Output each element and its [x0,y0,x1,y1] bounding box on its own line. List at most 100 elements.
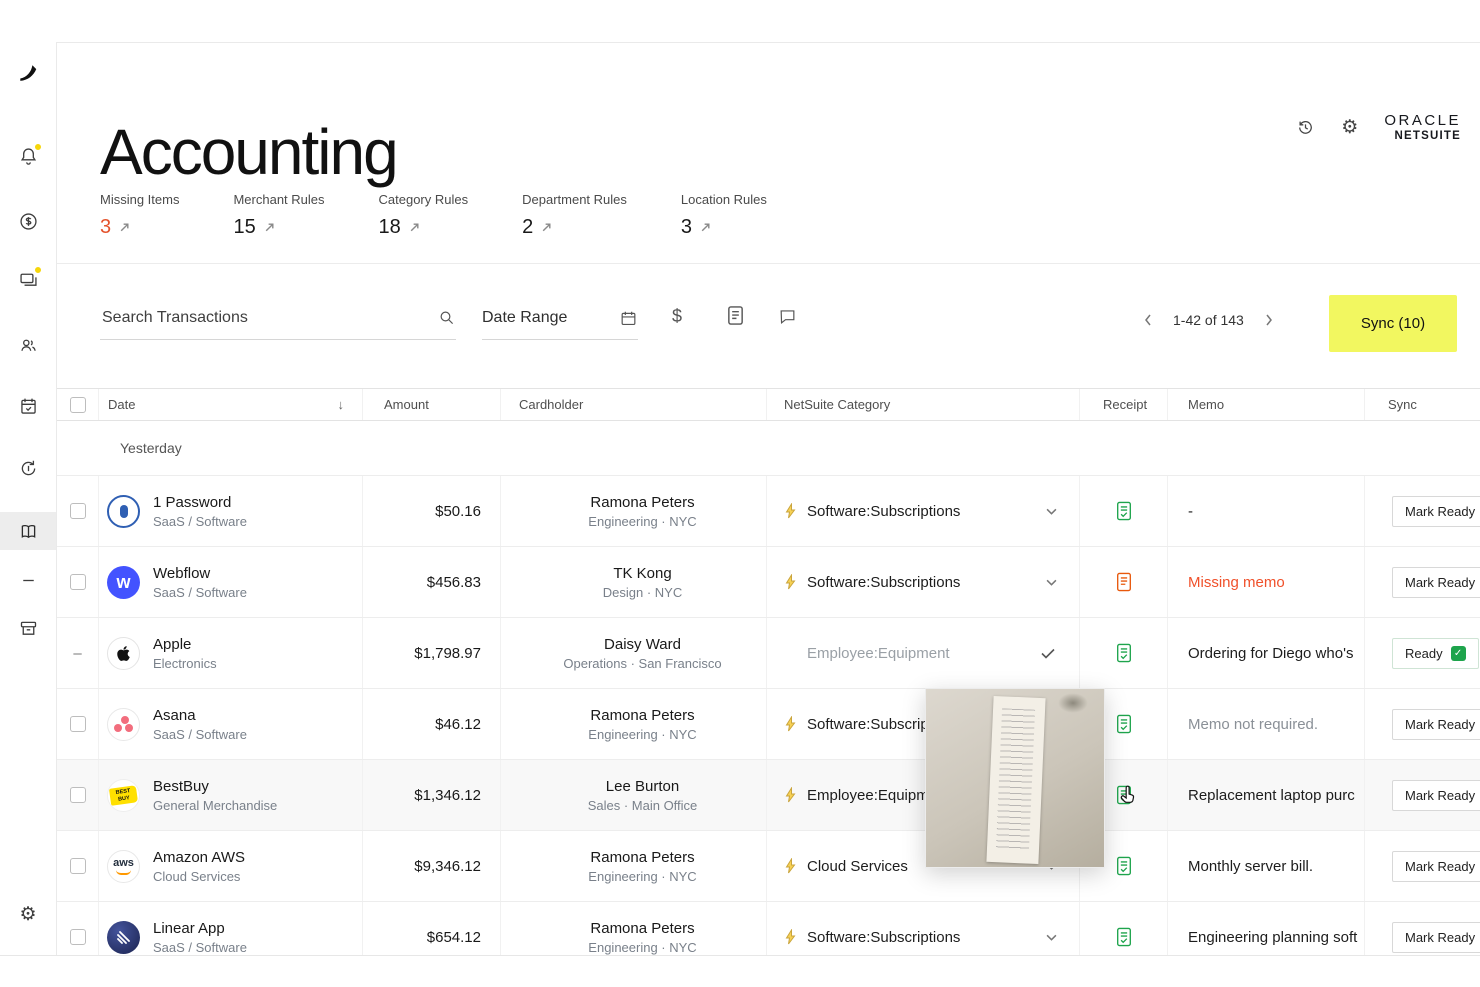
receipt-warning-icon[interactable] [1115,572,1133,592]
mark-ready-button[interactable]: Mark Ready [1392,709,1480,740]
category-confirmed[interactable]: Employee:Equipment [767,618,1080,688]
collapse-minus-icon[interactable] [0,570,56,591]
receipt-attached-icon[interactable] [1115,501,1133,521]
col-header-amount[interactable]: Amount [363,389,501,420]
notifications-bell-icon[interactable] [0,146,56,167]
prev-page-icon[interactable] [1140,314,1156,326]
stat-department-rules[interactable]: Department Rules 2 [522,192,627,239]
chevron-down-icon[interactable] [1046,579,1057,586]
photo-smudge [1058,693,1088,713]
settings-gear-icon[interactable]: ⚙ [0,905,56,924]
mark-ready-button[interactable]: Mark Ready [1392,567,1480,598]
expand-icon[interactable] [264,222,275,233]
row-checkbox-indeterminate[interactable]: – [73,645,81,662]
select-all-checkbox[interactable] [70,397,86,413]
archive-box-icon[interactable] [0,618,56,639]
reimbursement-icon[interactable] [0,458,56,479]
memo-text[interactable]: Memo not required. [1168,689,1365,759]
settings-gear-icon[interactable]: ⚙ [1341,118,1358,137]
expand-icon[interactable] [541,222,552,233]
cardholder-name: Ramona Peters [590,920,694,937]
next-page-icon[interactable] [1261,314,1277,326]
col-header-receipt[interactable]: Receipt [1080,389,1168,420]
expand-icon[interactable] [700,222,711,233]
col-header-sync[interactable]: Sync [1365,389,1480,420]
cardholder-department: Design · NYC [603,585,682,600]
people-icon[interactable] [0,335,56,356]
merchant-type: SaaS / Software [153,585,247,600]
row-checkbox[interactable] [70,503,86,519]
row-checkbox[interactable] [70,574,86,590]
category-value: Software:Subscriptions [807,929,960,946]
cardholder-department: Operations · San Francisco [563,656,721,671]
memo-text[interactable]: Ordering for Diego who's [1168,618,1365,688]
row-checkbox[interactable] [70,858,86,874]
mark-ready-button[interactable]: Mark Ready [1392,496,1480,527]
mark-ready-button[interactable]: Mark Ready [1392,851,1480,882]
page-title: Accounting [100,115,397,189]
date-range-picker[interactable]: Date Range [482,297,638,340]
search-field[interactable] [100,297,456,340]
amount-filter-dollar-icon[interactable]: $ [672,306,682,327]
suggestion-bolt-icon [784,716,797,732]
chevron-down-icon[interactable] [1046,508,1057,515]
receipt-filter-document-icon[interactable] [726,305,745,326]
row-checkbox[interactable] [70,929,86,945]
sync-button[interactable]: Sync (10) [1329,295,1457,352]
receipt-preview-popup[interactable] [925,688,1105,868]
memo-text[interactable]: Replacement laptop purc [1168,760,1365,830]
ready-button[interactable]: Ready ✓ [1392,638,1479,669]
payments-dollar-icon[interactable] [0,211,56,232]
merchant-type: General Merchandise [153,798,277,813]
mark-ready-button[interactable]: Mark Ready [1392,780,1480,811]
stat-value: 3 [681,216,692,239]
chevron-down-icon[interactable] [1046,934,1057,941]
stat-missing-items[interactable]: Missing Items 3 [100,192,179,239]
memo-filter-comment-icon[interactable] [778,307,797,326]
table-row[interactable]: Asana SaaS / Software $46.12 Ramona Pete… [57,689,1480,760]
table-row[interactable]: 1 Password SaaS / Software $50.16 Ramona… [57,476,1480,547]
history-icon[interactable] [1296,118,1315,137]
app-logo[interactable] [0,62,56,84]
divider [57,263,1480,264]
table-row[interactable]: – Apple Electronics $1,798.97 Daisy Ward… [57,618,1480,689]
receipt-attached-icon[interactable] [1115,643,1133,663]
stat-value: 2 [522,216,533,239]
cardholder-department: Sales · Main Office [588,798,698,813]
search-icon[interactable] [438,309,456,327]
receipt-attached-icon[interactable] [1115,856,1133,876]
col-header-memo[interactable]: Memo [1168,389,1365,420]
col-header-category[interactable]: NetSuite Category [767,389,1080,420]
row-checkbox[interactable] [70,716,86,732]
hand-cursor-icon [1117,783,1139,807]
row-checkbox[interactable] [70,787,86,803]
memo-text[interactable]: - [1168,476,1365,546]
col-header-date[interactable]: Date [108,397,135,412]
search-input[interactable] [100,308,438,328]
table-row[interactable]: BESTBUY BestBuy General Merchandise $1,3… [57,760,1480,831]
category-select[interactable]: Software:Subscriptions [767,547,1080,617]
cards-icon[interactable] [0,269,56,290]
stat-category-rules[interactable]: Category Rules 18 [379,192,469,239]
calendar-icon [619,309,638,328]
receipt-attached-icon[interactable] [1115,927,1133,947]
col-header-cardholder[interactable]: Cardholder [501,389,767,420]
pagination-range: 1-42 of 143 [1173,312,1244,328]
expand-icon[interactable] [119,222,130,233]
receipt-attached-icon[interactable] [1115,714,1133,734]
memo-text[interactable]: Missing memo [1168,547,1365,617]
memo-text[interactable]: Monthly server bill. [1168,831,1365,901]
1password-logo-icon [107,495,140,528]
category-select[interactable]: Software:Subscriptions [767,476,1080,546]
sidebar-item-accounting-active[interactable] [0,512,56,550]
calendar-check-icon[interactable] [0,396,56,417]
cardholder-department: Engineering · NYC [588,727,696,742]
stat-location-rules[interactable]: Location Rules 3 [681,192,767,239]
stat-merchant-rules[interactable]: Merchant Rules 15 [233,192,324,239]
table-row[interactable]: aws Amazon AWS Cloud Services $9,346.12 … [57,831,1480,902]
sort-descending-icon[interactable]: ↓ [338,397,345,412]
mark-ready-button[interactable]: Mark Ready [1392,922,1480,953]
netsuite-wordmark: NETSUITE [1384,130,1461,143]
table-row[interactable]: w Webflow SaaS / Software $456.83 TK Kon… [57,547,1480,618]
expand-icon[interactable] [409,222,420,233]
